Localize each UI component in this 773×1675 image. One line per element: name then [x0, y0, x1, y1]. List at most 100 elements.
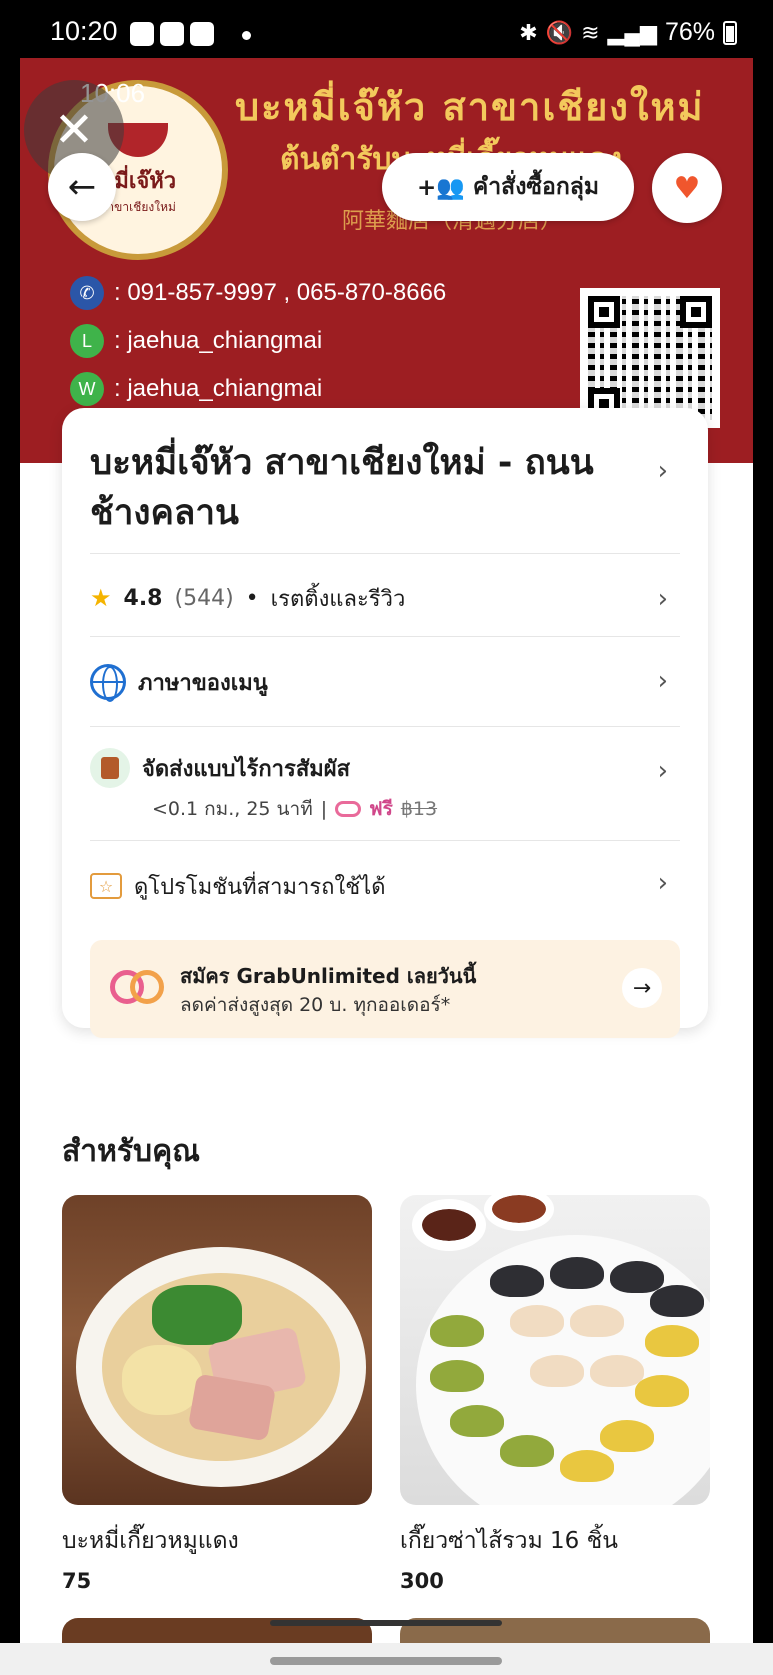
signal-icon: ▂▄▆ — [607, 19, 657, 45]
menu-language-label: ภาษาของเมนู — [138, 670, 268, 696]
food-item-card[interactable]: เกี๊ยวซ่าไส้รวม 16 ชิ้น 300 — [400, 1195, 710, 1593]
promotions-row[interactable]: ☆ ดูโปรโมชันที่สามารถใช้ได้ — [90, 864, 680, 908]
phone-contact: ✆ : 091-857-9997 , 065-870-8666 — [70, 276, 446, 310]
status-time: 10:20 — [50, 16, 118, 46]
divider — [90, 726, 680, 727]
phone-icon: ✆ — [70, 276, 104, 310]
battery-percent: 76% — [664, 18, 715, 46]
rating-count: (544) — [174, 585, 234, 611]
rating-label: เรตติ้งและรีวิว — [270, 586, 406, 612]
divider — [90, 840, 680, 841]
dumpling-shape — [600, 1420, 654, 1452]
back-arrow-icon: ← — [67, 167, 97, 207]
app-gesture-handle[interactable] — [270, 1620, 502, 1626]
restaurant-banner: หมี่เจ๊หัว สาขาเชียงใหม่ บะหมี่เจ๊หัว สา… — [20, 58, 753, 463]
home-gesture-handle[interactable] — [270, 1657, 502, 1665]
restaurant-info-card: บะหมี่เจ๊หัว สาขาเชียงใหม่ - ถนนช้างคลาน… — [62, 408, 708, 1038]
qr-corner — [588, 296, 620, 328]
dumpling-shape — [500, 1435, 554, 1467]
gallery-notification-icon — [160, 22, 184, 46]
dumpling-shape — [560, 1450, 614, 1482]
dumpling-shape — [650, 1285, 704, 1317]
dumpling-shape — [490, 1265, 544, 1297]
dumpling-shape — [530, 1355, 584, 1387]
phone-numbers: : 091-857-9997 , 065-870-8666 — [114, 279, 447, 306]
food-price: 300 — [400, 1569, 444, 1593]
delivery-row[interactable]: จัดส่งแบบไร้การสัมผัส — [90, 746, 680, 790]
group-order-label: คำสั่งซื้อกลุ่ม — [472, 174, 600, 200]
dumpling-photo[interactable] — [400, 1195, 710, 1505]
dumpling-shape — [430, 1315, 484, 1347]
noodle-photo[interactable] — [62, 1195, 372, 1505]
promo-ticket-icon: ☆ — [90, 873, 122, 899]
delivery-details: <0.1 กม., 25 นาที | ฟรี ฿13 — [152, 794, 437, 824]
wechat-id: : jaehua_chiangmai — [114, 375, 323, 402]
food-item-card[interactable]: บะหมี่เกี๊ยวหมูแดง 75 — [62, 1195, 372, 1593]
food-price: 75 — [62, 1569, 92, 1593]
system-nav-bar — [0, 1643, 773, 1675]
dumpling-shape — [450, 1405, 504, 1437]
close-icon: ✕ — [53, 102, 95, 158]
line-icon: L — [70, 324, 104, 358]
for-you-title: สำหรับคุณ — [62, 1134, 200, 1169]
divider — [90, 553, 680, 554]
arrow-right-icon[interactable]: → — [622, 968, 662, 1008]
chevron-right-icon[interactable]: › — [658, 666, 668, 696]
food-name: บะหมี่เกี๊ยวหมูแดง — [62, 1528, 239, 1554]
chevron-right-icon[interactable]: › — [658, 756, 668, 786]
separator: | — [320, 798, 328, 820]
line-contact: L : jaehua_chiangmai — [70, 324, 322, 358]
banner-title: บะหมี่เจ๊หัว สาขาเชียงใหม่ — [235, 84, 705, 129]
grab-unlimited-icon — [335, 801, 362, 817]
restaurant-name[interactable]: บะหมี่เจ๊หัว สาขาเชียงใหม่ - ถนนช้างคลาน — [90, 438, 630, 538]
dumpling-shape — [550, 1257, 604, 1289]
bullet: • — [245, 585, 259, 611]
status-right: ✱ 🔇 ≋ ▂▄▆ 76% — [519, 18, 737, 47]
qr-code — [580, 288, 720, 428]
greens-shape — [152, 1285, 242, 1345]
app-screen: หมี่เจ๊หัว สาขาเชียงใหม่ บะหมี่เจ๊หัว สา… — [20, 58, 753, 1643]
back-button[interactable]: ← — [48, 153, 116, 221]
promotions-label: ดูโปรโมชันที่สามารถใช้ได้ — [134, 874, 386, 900]
divider — [90, 636, 680, 637]
chevron-right-icon[interactable]: › — [658, 868, 668, 898]
favorite-button[interactable]: ♥ — [652, 153, 722, 223]
wifi-icon: ≋ — [581, 19, 600, 45]
dumpling-shape — [510, 1305, 564, 1337]
dumpling-shape — [635, 1375, 689, 1407]
grab-unlimited-icon — [110, 970, 164, 1006]
dumpling-shape — [610, 1261, 664, 1293]
status-bar: 10:20 ✱ 🔇 ≋ ▂▄▆ 76% — [0, 0, 773, 58]
dumpling-shape — [570, 1305, 624, 1337]
delivery-title: จัดส่งแบบไร้การสัมผัส — [142, 756, 351, 782]
mute-icon: 🔇 — [545, 19, 574, 45]
menu-language-row[interactable]: ภาษาของเมนู — [90, 658, 680, 706]
globe-icon — [90, 664, 126, 702]
sauce-bowl-shape — [484, 1195, 554, 1231]
app-notification-icon — [130, 22, 154, 46]
heart-icon: ♥ — [673, 170, 701, 206]
app-notification-icon-2 — [190, 22, 214, 46]
chevron-right-icon[interactable]: › — [658, 584, 668, 614]
rating-row[interactable]: ★ 4.8 (544) • เรตติ้งและรีวิว — [90, 578, 680, 618]
dumpling-shape — [590, 1355, 644, 1387]
group-order-button[interactable]: +👥 คำสั่งซื้อกลุ่ม — [382, 153, 634, 221]
grab-unlimited-banner[interactable]: สมัคร GrabUnlimited เลยวันนี้ ลดค่าส่งสู… — [90, 940, 680, 1038]
delivery-free: ฟรี — [369, 798, 393, 820]
food-name: เกี๊ยวซ่าไส้รวม 16 ชิ้น — [400, 1528, 618, 1554]
grab-unlimited-subtitle: ลดค่าส่งสูงสุด 20 บ. ทุกออเดอร์* — [180, 994, 451, 1016]
more-notifications-dot — [242, 31, 251, 40]
bluetooth-icon: ✱ — [519, 19, 538, 45]
grab-unlimited-title: สมัคร GrabUnlimited เลยวันนี้ — [180, 964, 477, 988]
line-id: : jaehua_chiangmai — [114, 327, 323, 354]
chevron-right-icon[interactable]: › — [658, 456, 668, 486]
rating-value: 4.8 — [123, 585, 163, 611]
qr-pattern — [588, 296, 712, 420]
dumpling-shape — [645, 1325, 699, 1357]
screen-edge-right — [753, 58, 773, 1675]
qr-corner — [680, 296, 712, 328]
wechat-contact: W : jaehua_chiangmai — [70, 372, 322, 406]
contactless-icon — [90, 748, 130, 788]
star-icon: ★ — [90, 584, 112, 612]
delivery-old-price: ฿13 — [400, 798, 438, 820]
